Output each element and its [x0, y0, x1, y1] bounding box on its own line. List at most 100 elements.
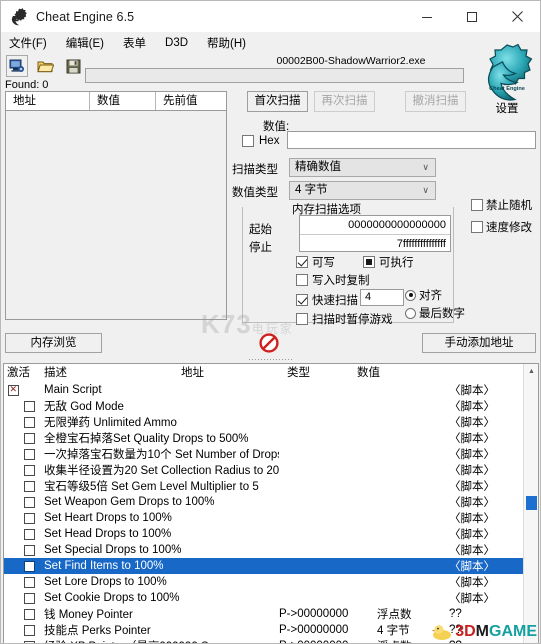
cheat-row-active-cell[interactable]	[4, 496, 44, 508]
results-column-previous[interactable]: 先前值	[156, 92, 226, 110]
cheat-table-row[interactable]: Set Heart Drops to 100% 〈脚本〉	[4, 510, 538, 526]
cheat-row-active-cell[interactable]	[4, 448, 44, 460]
cheat-row-checkbox[interactable]	[24, 576, 35, 588]
cheat-row-checkbox[interactable]	[24, 464, 35, 476]
last-digits-radio[interactable]	[405, 307, 416, 319]
cheat-table-row[interactable]: 无限弹药 Unlimited Ammo 〈脚本〉	[4, 414, 538, 430]
alignment-radio[interactable]	[405, 289, 416, 301]
menu-item-table[interactable]: 表单	[123, 33, 155, 53]
menu-item-edit[interactable]: 编辑(E)	[66, 33, 113, 53]
cheat-row-checkbox[interactable]	[24, 640, 35, 643]
settings-label[interactable]: 设置	[477, 100, 537, 116]
value-type-select[interactable]: 4 字节 ∨	[289, 181, 436, 200]
save-disk-icon[interactable]	[62, 55, 84, 77]
panel-splitter[interactable]	[5, 357, 536, 362]
hex-checkbox[interactable]	[242, 135, 254, 147]
cheat-row-active-cell[interactable]	[4, 464, 44, 476]
cheat-row-checkbox[interactable]	[24, 416, 35, 428]
cheat-row-active-cell[interactable]	[4, 592, 44, 604]
scan-results-body[interactable]	[6, 111, 226, 319]
cheat-row-active-cell[interactable]	[4, 528, 44, 540]
address-range-box[interactable]: 0000000000000000 7fffffffffffffff	[299, 215, 451, 252]
menu-item-d3d[interactable]: D3D	[165, 35, 197, 51]
cheat-row-active-cell[interactable]	[4, 512, 44, 524]
executable-checkbox[interactable]	[363, 256, 375, 268]
cheat-table-row[interactable]: 宝石等级5倍 Set Gem Level Multiplier to 5 〈脚本〉	[4, 478, 538, 494]
cheat-row-active-cell[interactable]	[4, 400, 44, 412]
cheat-column-address[interactable]: 地址	[181, 364, 287, 382]
cheat-table-row[interactable]: Set Lore Drops to 100% 〈脚本〉	[4, 574, 538, 590]
cheat-table-row[interactable]: Main Script 〈脚本〉	[4, 382, 538, 398]
cheat-table-row[interactable]: Set Find Items to 100% 〈脚本〉	[4, 558, 538, 574]
cheat-row-active-cell[interactable]	[4, 608, 44, 620]
speed-hack-checkbox[interactable]	[471, 221, 483, 233]
cheat-row-active-cell[interactable]	[4, 560, 44, 572]
process-select-icon[interactable]	[6, 55, 28, 77]
cheat-column-active[interactable]: 激活	[4, 364, 44, 382]
minimize-button[interactable]	[404, 1, 449, 32]
stop-address-input[interactable]: 7fffffffffffffff	[300, 234, 450, 253]
cheat-table-scrollbar[interactable]: ▲	[523, 364, 538, 643]
cheat-table-row[interactable]: 钱 Money Pointer P->00000000 浮点数??	[4, 606, 538, 622]
pause-game-checkbox[interactable]	[296, 313, 308, 325]
cheat-row-active-cell[interactable]	[4, 384, 44, 396]
cheat-row-active-cell[interactable]	[4, 624, 44, 636]
cheat-table-rows[interactable]: Main Script〈脚本〉无敌 God Mode〈脚本〉无限弹药 Unlim…	[4, 382, 538, 643]
cheat-row-checkbox[interactable]	[24, 512, 35, 524]
scan-type-select[interactable]: 精确数值 ∨	[289, 158, 436, 177]
cheat-row-checkbox[interactable]	[24, 544, 35, 556]
cheat-row-checkbox[interactable]	[8, 384, 19, 396]
menu-item-help[interactable]: 帮助(H)	[207, 33, 255, 53]
cheat-column-type[interactable]: 类型	[287, 364, 357, 382]
cheat-row-checkbox[interactable]	[24, 592, 35, 604]
cheat-row-checkbox[interactable]	[24, 528, 35, 540]
results-column-value[interactable]: 数值	[90, 92, 156, 110]
writable-option[interactable]: 可写	[296, 254, 335, 270]
writable-checkbox[interactable]	[296, 256, 308, 268]
close-button[interactable]	[494, 1, 540, 32]
speed-hack-option[interactable]: 速度修改	[471, 219, 532, 235]
cheat-row-checkbox[interactable]	[24, 432, 35, 444]
cheat-row-checkbox[interactable]	[24, 560, 35, 572]
scan-value-input[interactable]	[287, 131, 536, 149]
cheat-column-description[interactable]: 描述	[44, 364, 181, 382]
cheat-row-active-cell[interactable]	[4, 576, 44, 588]
copy-on-write-checkbox[interactable]	[296, 274, 308, 286]
fast-scan-option[interactable]: 快速扫描	[296, 292, 358, 308]
first-scan-button[interactable]: 首次扫描	[247, 91, 308, 112]
cheat-row-active-cell[interactable]	[4, 640, 44, 643]
hex-option[interactable]: Hex	[242, 135, 279, 147]
no-random-checkbox[interactable]	[471, 199, 483, 211]
cheat-table-row[interactable]: Set Weapon Gem Drops to 100% 〈脚本〉	[4, 494, 538, 510]
pause-game-option[interactable]: 扫描时暂停游戏	[296, 311, 393, 327]
cheat-row-active-cell[interactable]	[4, 432, 44, 444]
scrollbar-thumb[interactable]	[526, 496, 537, 510]
last-digits-radio-option[interactable]: 最后数字	[405, 305, 465, 321]
cheat-table-row[interactable]: 无敌 God Mode 〈脚本〉	[4, 398, 538, 414]
cheat-row-checkbox[interactable]	[24, 448, 35, 460]
cheat-row-checkbox[interactable]	[24, 608, 35, 620]
cheat-table[interactable]: 激活 描述 地址 类型 数值 Main Script〈脚本〉无敌 God Mod…	[3, 363, 539, 643]
copy-on-write-option[interactable]: 写入时复制	[296, 272, 370, 288]
cheat-column-value[interactable]: 数值	[357, 364, 437, 382]
cheat-table-row[interactable]: Set Head Drops to 100% 〈脚本〉	[4, 526, 538, 542]
stop-sign-icon[interactable]	[259, 333, 279, 353]
cheat-table-row[interactable]: Set Special Drops to 100% 〈脚本〉	[4, 542, 538, 558]
scroll-up-icon[interactable]: ▲	[524, 364, 538, 379]
cheat-table-row[interactable]: 收集半径设置为20 Set Collection Radius to 20 〈脚本…	[4, 462, 538, 478]
cheat-row-checkbox[interactable]	[24, 480, 35, 492]
cheat-row-active-cell[interactable]	[4, 544, 44, 556]
open-folder-icon[interactable]	[34, 55, 56, 77]
no-random-option[interactable]: 禁止随机	[471, 197, 532, 213]
menu-item-file[interactable]: 文件(F)	[9, 33, 56, 53]
cheat-row-checkbox[interactable]	[24, 624, 35, 636]
cheat-table-row[interactable]: 一次掉落宝石数量为10个 Set Number of Drops to 10 〈脚…	[4, 446, 538, 462]
fast-scan-checkbox[interactable]	[296, 294, 308, 306]
fast-scan-value-input[interactable]: 4	[360, 289, 404, 306]
add-address-manually-button[interactable]: 手动添加地址	[422, 333, 536, 353]
start-address-input[interactable]: 0000000000000000	[300, 216, 450, 234]
cheat-row-checkbox[interactable]	[24, 400, 35, 412]
cheat-table-row[interactable]: 全橙宝石掉落Set Quality Drops to 500% 〈脚本〉	[4, 430, 538, 446]
alignment-radio-option[interactable]: 对齐	[405, 287, 442, 303]
cheat-row-active-cell[interactable]	[4, 416, 44, 428]
